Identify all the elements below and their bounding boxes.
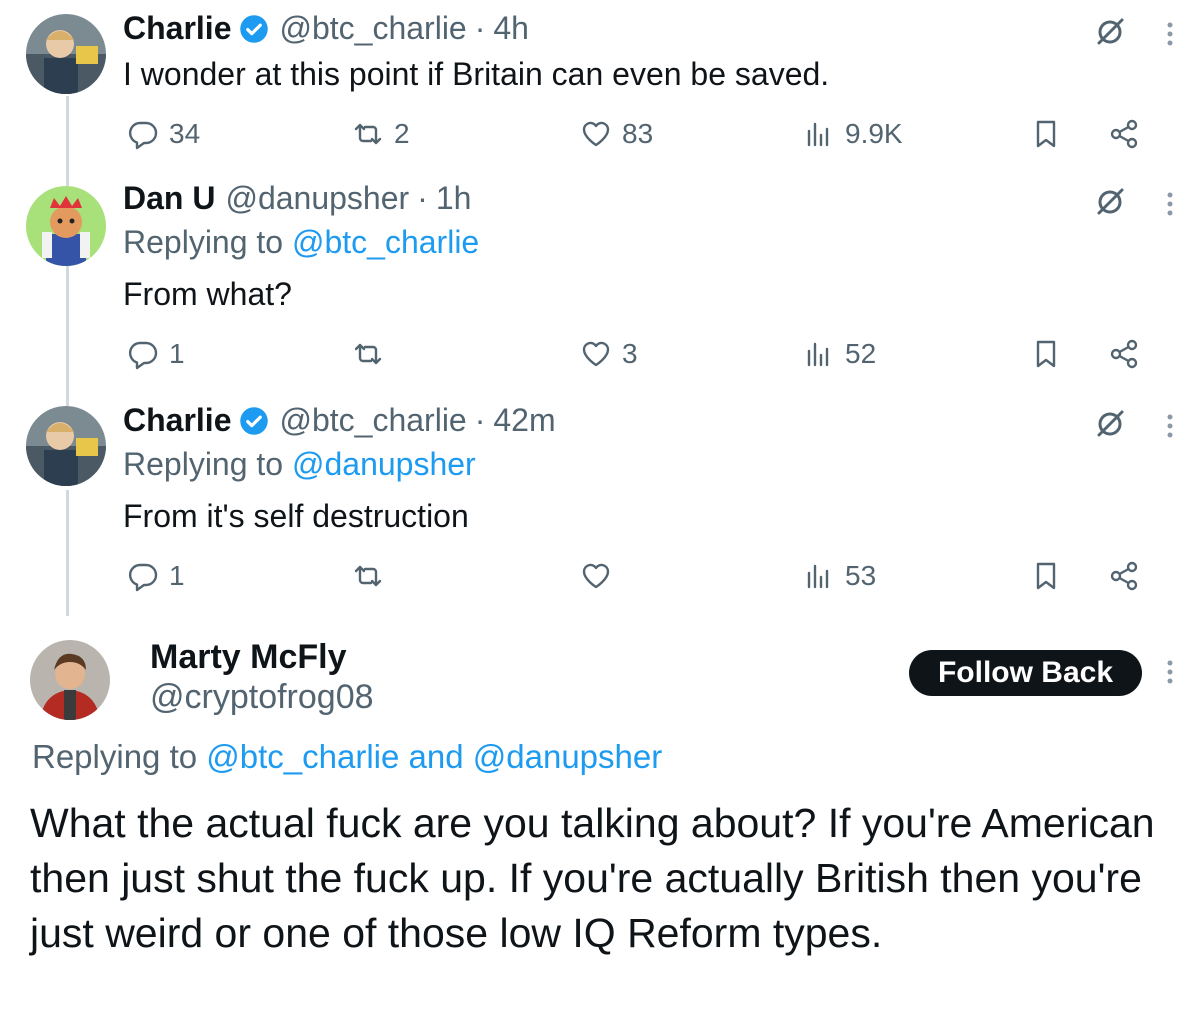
replying-prefix: Replying to <box>123 224 284 260</box>
separator: · <box>474 402 486 438</box>
tweet[interactable]: Charlie @btc_charlie · 42m Replying to @… <box>0 392 1200 614</box>
retweet-button[interactable]: 2 <box>352 114 410 154</box>
share-button[interactable] <box>1108 334 1140 374</box>
views-chart-icon <box>807 564 829 589</box>
reply-icon <box>128 341 158 370</box>
avatar-image <box>30 640 110 720</box>
bookmark-icon <box>1036 340 1056 368</box>
replying-to: Replying to @danupsher <box>123 446 476 483</box>
follow-back-button[interactable]: Follow Back <box>909 650 1142 696</box>
retweet-icon <box>354 565 382 587</box>
avatar[interactable] <box>26 14 106 94</box>
bookmark-button[interactable] <box>1030 556 1062 596</box>
bookmark-icon <box>1036 120 1056 148</box>
replying-prefix: Replying to <box>32 738 198 775</box>
action-bar: 34 2 83 9.9K <box>0 114 1200 154</box>
views-button[interactable]: 9.9K <box>803 114 903 154</box>
display-name[interactable]: Dan U <box>123 180 215 217</box>
avatar-image <box>26 186 106 266</box>
display-name[interactable]: Charlie <box>123 402 231 439</box>
action-bar: 1 3 52 <box>0 334 1200 374</box>
share-icon <box>1110 339 1138 369</box>
like-button[interactable]: 3 <box>580 334 638 374</box>
handle[interactable]: @btc_charlie <box>279 402 466 439</box>
more-options-icon[interactable] <box>1160 656 1180 688</box>
tweet-text: From what? <box>123 276 292 312</box>
share-icon <box>1110 119 1138 149</box>
handle[interactable]: @danupsher <box>225 180 409 217</box>
reply-button[interactable]: 34 <box>127 114 200 154</box>
reply-button[interactable]: 1 <box>127 334 185 374</box>
verified-badge-icon <box>239 406 269 436</box>
more-options-icon[interactable] <box>1160 18 1180 50</box>
avatar[interactable] <box>26 186 106 266</box>
bookmark-icon <box>1036 562 1056 590</box>
more-options-icon[interactable] <box>1160 410 1180 442</box>
verified-badge-icon <box>239 14 269 44</box>
reply-count: 1 <box>169 560 185 591</box>
tweet[interactable]: Dan U @danupsher · 1h Replying to @btc_c… <box>0 170 1200 390</box>
views-count: 9.9K <box>845 118 903 149</box>
views-chart-icon <box>807 342 829 367</box>
more-options-icon[interactable] <box>1160 188 1180 220</box>
heart-icon <box>582 341 610 367</box>
like-button[interactable]: 83 <box>580 114 653 154</box>
tweet-text: I wonder at this point if Britain can ev… <box>123 56 830 92</box>
action-bar: 1 53 <box>0 556 1200 596</box>
share-button[interactable] <box>1108 556 1140 596</box>
retweet-icon <box>354 343 382 365</box>
replying-to: Replying to @btc_charlie <box>123 224 479 261</box>
display-name[interactable]: Charlie <box>123 10 231 47</box>
heart-icon <box>582 121 610 147</box>
reply-count: 1 <box>169 338 185 369</box>
views-count: 52 <box>845 338 877 369</box>
retweet-button[interactable] <box>352 334 394 374</box>
replying-to-link[interactable]: @btc_charlie <box>292 224 479 260</box>
avatar[interactable] <box>30 640 110 720</box>
grok-icon[interactable] <box>1094 408 1126 440</box>
replying-prefix: Replying to <box>123 446 284 482</box>
like-button[interactable] <box>580 556 622 596</box>
reply-icon <box>128 563 158 592</box>
avatar-image <box>26 406 106 486</box>
like-count: 3 <box>622 338 638 369</box>
like-count: 83 <box>622 118 654 149</box>
retweet-count: 2 <box>394 118 410 149</box>
bookmark-button[interactable] <box>1030 334 1062 374</box>
reply-count: 34 <box>169 118 201 149</box>
avatar-image <box>26 14 106 94</box>
replying-to: Replying to @btc_charlie and @danupsher <box>32 738 662 776</box>
reply-icon <box>128 121 158 150</box>
heart-icon <box>582 563 610 589</box>
replying-to-link[interactable]: @btc_charlie and @danupsher <box>206 738 662 775</box>
share-button[interactable] <box>1108 114 1140 154</box>
bookmark-button[interactable] <box>1030 114 1062 154</box>
timestamp[interactable]: 4h <box>493 10 529 47</box>
grok-icon[interactable] <box>1094 186 1126 218</box>
display-name[interactable]: Marty McFly <box>150 638 347 677</box>
replying-to-link[interactable]: @danupsher <box>292 446 476 482</box>
retweet-icon <box>354 123 382 145</box>
reply-button[interactable]: 1 <box>127 556 185 596</box>
views-button[interactable]: 53 <box>803 556 876 596</box>
tweet-text: From it's self destruction <box>123 498 469 534</box>
timestamp[interactable]: 42m <box>493 402 555 439</box>
handle[interactable]: @cryptofrog08 <box>150 678 374 717</box>
views-button[interactable]: 52 <box>803 334 876 374</box>
share-icon <box>1110 561 1138 591</box>
retweet-button[interactable] <box>352 556 394 596</box>
separator: · <box>474 10 486 46</box>
tweet[interactable]: Charlie @btc_charlie · 4h I wonder at th… <box>0 0 1200 170</box>
handle[interactable]: @btc_charlie <box>279 10 466 47</box>
views-count: 53 <box>845 560 877 591</box>
avatar[interactable] <box>26 406 106 486</box>
timestamp[interactable]: 1h <box>436 180 472 217</box>
grok-icon[interactable] <box>1094 16 1126 48</box>
views-chart-icon <box>807 122 829 147</box>
tweet-text: What the actual fuck are you talking abo… <box>30 800 1155 956</box>
separator: · <box>417 180 428 216</box>
